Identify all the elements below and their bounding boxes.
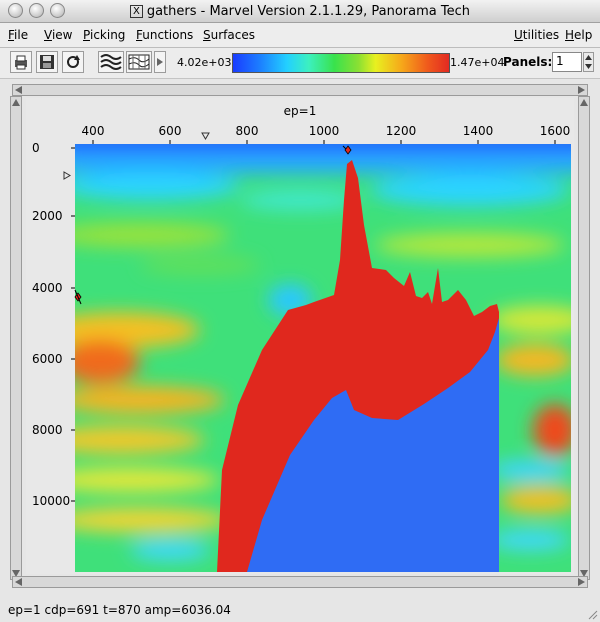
seismic-plot[interactable]: 400 600 800 1000 1200 1400 1600 0 2000 4… <box>0 0 600 622</box>
y-tick-label: 2000 <box>32 209 63 223</box>
y-cursor-marker-icon <box>63 171 71 180</box>
x-cursor-marker-icon <box>201 132 210 140</box>
status-bar: ep=1 cdp=691 t=870 amp=6036.04 <box>8 603 231 617</box>
x-tick-label: 600 <box>159 124 182 138</box>
y-tick-label: 8000 <box>32 423 63 437</box>
y-tick-label: 6000 <box>32 352 63 366</box>
x-tick-label: 800 <box>236 124 259 138</box>
x-tick-label: 1200 <box>386 124 417 138</box>
y-tick-label: 10000 <box>32 494 70 508</box>
resize-grip-icon[interactable] <box>588 610 598 620</box>
y-tick-label: 4000 <box>32 281 63 295</box>
bottom-horizontal-scrollbar[interactable] <box>12 576 588 588</box>
velocity-image <box>75 144 571 572</box>
y-tick-label: 0 <box>32 141 40 155</box>
x-tick-label: 400 <box>82 124 105 138</box>
x-tick-label: 1600 <box>540 124 571 138</box>
scroll-arrows-icon <box>15 578 585 586</box>
x-tick-label: 1000 <box>309 124 340 138</box>
x-tick-label: 1400 <box>463 124 494 138</box>
